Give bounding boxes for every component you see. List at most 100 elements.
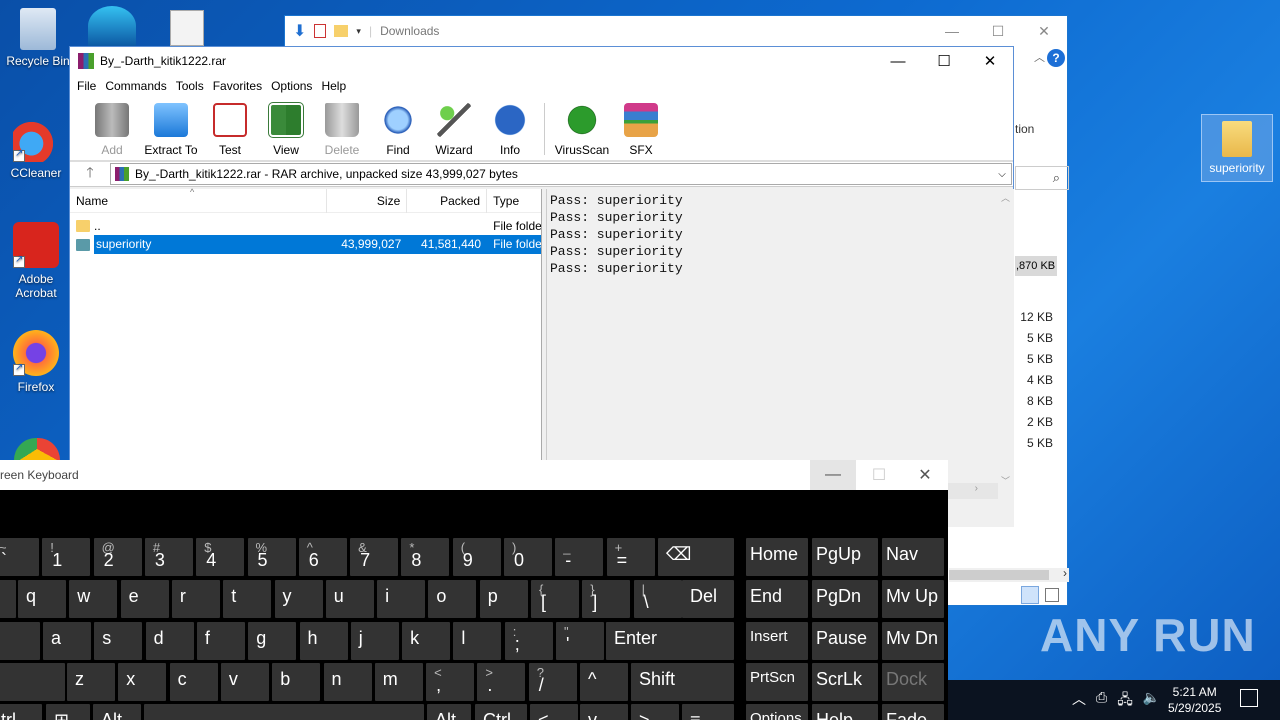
- close-button[interactable]: ✕: [1021, 16, 1067, 46]
- delete-button[interactable]: Delete: [314, 97, 370, 160]
- right-ctrl-key[interactable]: Ctrl: [475, 704, 527, 720]
- left-shift-key[interactable]: [0, 663, 65, 701]
- view-button[interactable]: View: [258, 97, 314, 160]
- key-pgdn[interactable]: PgDn: [812, 580, 878, 618]
- windows-key[interactable]: ⊞: [46, 704, 90, 720]
- key-\[interactable]: | \: [633, 580, 682, 618]
- key-nav[interactable]: Nav: [882, 538, 944, 576]
- key-,[interactable]: <,: [426, 663, 475, 701]
- key-r[interactable]: r: [171, 580, 220, 618]
- key-scrlk[interactable]: ScrLk: [812, 663, 878, 701]
- key-0[interactable]: ) 0: [504, 538, 552, 576]
- file-row-parent[interactable]: .. File folde: [70, 216, 541, 235]
- backspace-key[interactable]: ⌫: [658, 538, 734, 576]
- key-v[interactable]: v: [220, 663, 269, 701]
- key-options[interactable]: Options: [746, 704, 808, 720]
- key--[interactable]: _ -: [555, 538, 604, 576]
- column-type[interactable]: Type: [487, 189, 541, 213]
- key-end[interactable]: End: [746, 580, 808, 618]
- virusscan-button[interactable]: VirusScan: [551, 97, 613, 160]
- key-z[interactable]: z: [67, 663, 115, 701]
- desktop-icon-recycle-bin[interactable]: Recycle Bin: [2, 8, 74, 68]
- key-l[interactable]: l: [453, 622, 502, 660]
- maximize-button[interactable]: ☐: [921, 47, 967, 75]
- chrome-icon[interactable]: [14, 438, 60, 460]
- key-e[interactable]: e: [120, 580, 169, 618]
- close-button[interactable]: ✕: [902, 460, 948, 490]
- dropdown-arrow-icon[interactable]: ▾: [356, 26, 361, 37]
- space-key[interactable]: [144, 704, 424, 720]
- clock[interactable]: 5:21 AM 5/29/2025: [1168, 684, 1221, 716]
- key-=[interactable]: + =: [606, 538, 655, 576]
- key-b[interactable]: b: [272, 663, 321, 701]
- key-[[interactable]: {[: [531, 580, 579, 618]
- right-arrow-key[interactable]: >: [631, 704, 679, 720]
- desktop-icon-firefox[interactable]: Firefox: [0, 330, 72, 394]
- winrar-window[interactable]: By_-Darth_kitik1222.rar — ☐ ✕ File Comma…: [69, 46, 1014, 527]
- menu-options[interactable]: Options: [270, 79, 320, 93]
- key-u[interactable]: u: [325, 580, 374, 618]
- vertical-scrollbar[interactable]: ︿ ﹀: [997, 189, 1014, 489]
- folder-icon[interactable]: [334, 25, 349, 37]
- enter-key[interactable]: Enter: [606, 622, 734, 660]
- up-arrow-key[interactable]: ^: [580, 663, 628, 701]
- minimize-button[interactable]: —: [875, 47, 921, 75]
- key-9[interactable]: (9: [452, 538, 501, 576]
- details-view-icon[interactable]: [1021, 586, 1039, 604]
- download-arrow-icon[interactable]: ⬇: [293, 21, 306, 41]
- maximize-button[interactable]: ☐: [975, 16, 1021, 46]
- find-button[interactable]: Find: [370, 97, 426, 160]
- key-fade[interactable]: Fade: [882, 704, 944, 720]
- add-button[interactable]: Add: [84, 97, 140, 160]
- chevron-up-icon[interactable]: ︿: [1072, 689, 1086, 713]
- device-icon[interactable]: ⎙: [1096, 689, 1107, 713]
- minimize-button[interactable]: —: [810, 460, 856, 490]
- key-mv-up[interactable]: Mv Up: [882, 580, 944, 618]
- key-c[interactable]: c: [169, 663, 218, 701]
- search-box[interactable]: ⌕: [1015, 166, 1069, 190]
- large-icons-view-icon[interactable]: [1045, 588, 1059, 602]
- key-home[interactable]: Home: [746, 538, 808, 576]
- menu-commands[interactable]: Commands: [104, 79, 174, 93]
- file-row-superiority[interactable]: superiority 43,999,027 41,581,440 File f…: [70, 235, 541, 254]
- delete-key[interactable]: Del: [682, 580, 734, 618]
- minimize-button[interactable]: —: [929, 16, 975, 46]
- key-g[interactable]: g: [248, 622, 297, 660]
- wizard-button[interactable]: Wizard: [426, 97, 482, 160]
- key-1[interactable]: ! 1: [42, 538, 91, 576]
- key-d[interactable]: d: [145, 622, 194, 660]
- key-pause[interactable]: Pause: [812, 622, 878, 660]
- key-`[interactable]: ~ `: [0, 538, 39, 576]
- key-n[interactable]: n: [323, 663, 372, 701]
- menu-file[interactable]: File: [76, 79, 104, 93]
- menu-help[interactable]: Help: [320, 79, 354, 93]
- key-insert[interactable]: Insert: [746, 622, 808, 660]
- desktop-icon-acrobat[interactable]: Adobe Acrobat: [0, 222, 72, 300]
- down-arrow-key[interactable]: v: [580, 704, 628, 720]
- key-t[interactable]: t: [223, 580, 272, 618]
- key-help[interactable]: Help: [812, 704, 878, 720]
- tab-key[interactable]: [0, 580, 16, 618]
- key-dock[interactable]: Dock: [882, 663, 944, 701]
- extract-to-button[interactable]: Extract To: [140, 97, 202, 160]
- key-.[interactable]: >.: [477, 663, 526, 701]
- key-i[interactable]: i: [377, 580, 426, 618]
- info-button[interactable]: Info: [482, 97, 538, 160]
- key-p[interactable]: p: [479, 580, 528, 618]
- key-6[interactable]: ^ 6: [298, 538, 347, 576]
- alt-key[interactable]: Alt: [93, 704, 141, 720]
- horizontal-scrollbar[interactable]: ›: [949, 566, 1069, 582]
- volume-icon[interactable]: 🔈: [1143, 689, 1160, 713]
- key-k[interactable]: k: [402, 622, 451, 660]
- column-size[interactable]: Size: [327, 188, 408, 213]
- key-f[interactable]: f: [196, 622, 245, 660]
- key-w[interactable]: w: [69, 580, 118, 618]
- desktop-icon-ccleaner[interactable]: CCleaner: [0, 116, 72, 180]
- on-screen-keyboard[interactable]: reen Keyboard — ☐ ✕ ~ `! 1 @2 #3 $4% 5 ^ 6 & 7 * 8(9…: [0, 460, 948, 720]
- key-q[interactable]: q: [18, 580, 66, 618]
- key-y[interactable]: y: [274, 580, 323, 618]
- key-;[interactable]: :;: [504, 622, 553, 660]
- key-4[interactable]: $4: [196, 538, 245, 576]
- key-a[interactable]: a: [43, 622, 91, 660]
- caps-key[interactable]: [0, 622, 40, 660]
